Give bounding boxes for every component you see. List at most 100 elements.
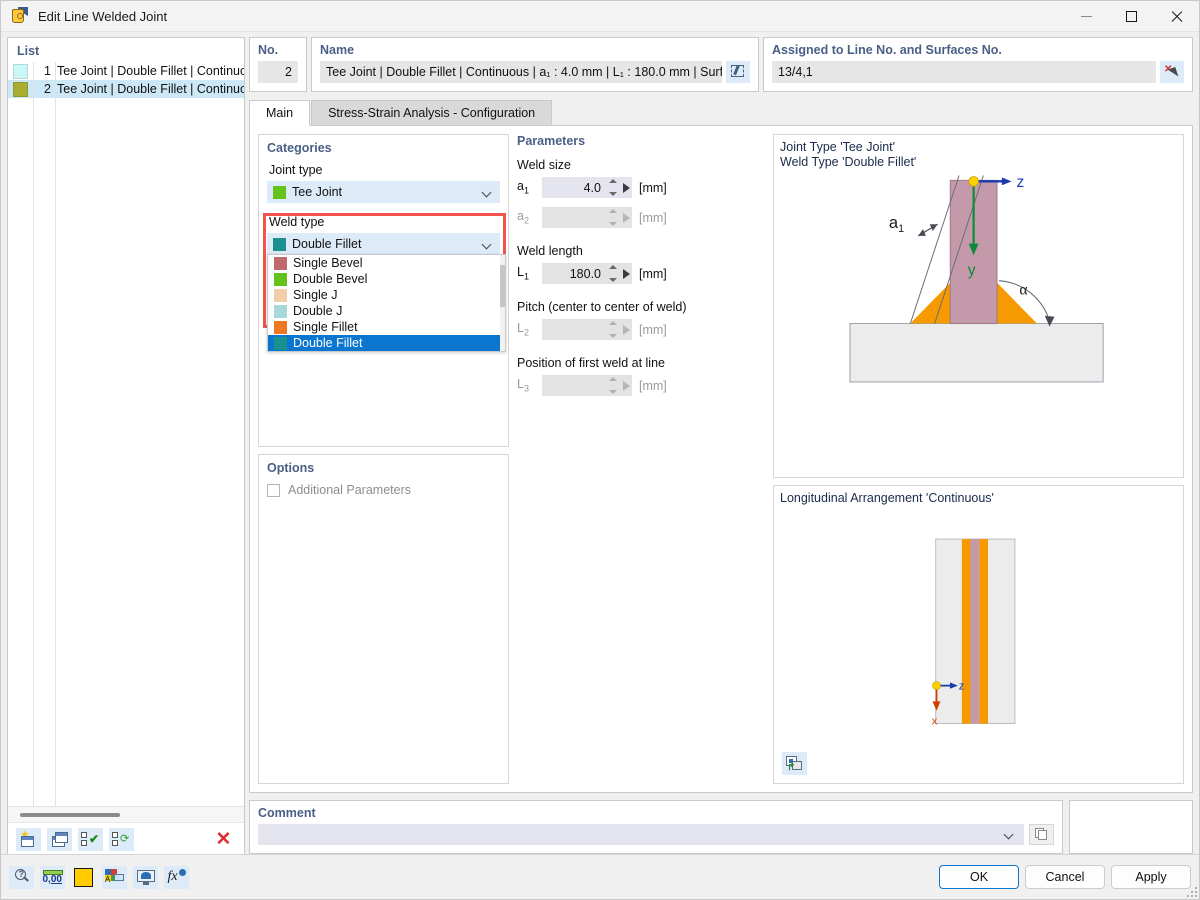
checkbox-check-icon: ✔ (81, 832, 100, 847)
weld-type-option-double-j[interactable]: Double J (268, 303, 505, 319)
additional-parameters-label: Additional Parameters (288, 483, 411, 497)
formula-button[interactable]: fx (164, 866, 189, 889)
weld-type-dropdown-list[interactable]: Single Bevel Double Bevel Single J (267, 254, 506, 352)
param-row-l3: L3 [mm] (517, 375, 765, 396)
legend-icon: A (105, 869, 124, 885)
a1-stepper[interactable] (607, 179, 618, 196)
list-item[interactable]: 2 Tee Joint | Double Fillet | Continuou (8, 80, 244, 98)
apply-button[interactable]: Apply (1111, 865, 1191, 889)
decimal-places-button[interactable]: 0,00 (40, 866, 65, 889)
pitch-heading: Pitch (center to center of weld) (517, 300, 765, 314)
new-item-button[interactable]: ★ (16, 828, 41, 851)
bottom-bar: ? 0,00 A fx OK Cancel Apply (1, 854, 1199, 899)
parameters-title: Parameters (517, 134, 765, 148)
tab-main[interactable]: Main (249, 100, 310, 126)
chevron-down-icon (1005, 830, 1014, 839)
option-label: Single Bevel (293, 256, 363, 270)
comment-combobox[interactable] (258, 824, 1024, 845)
window-title: Edit Line Welded Joint (38, 9, 1064, 24)
name-input[interactable]: Tee Joint | Double Fillet | Continuous |… (320, 61, 722, 83)
weld-type-option-single-fillet[interactable]: Single Fillet (268, 319, 505, 335)
l1-more-icon[interactable] (623, 269, 630, 279)
info-search-button[interactable]: ? (9, 866, 34, 889)
param-row-a1: a1 4.0 [mm] (517, 177, 765, 198)
assigned-field-group: Assigned to Line No. and Surfaces No. 13… (763, 37, 1193, 92)
refresh-selection-button[interactable]: ⟳ (109, 828, 134, 851)
comment-copy-button[interactable] (1029, 824, 1054, 845)
copy-window-icon (51, 832, 68, 847)
weld-type-option-single-bevel[interactable]: Single Bevel (268, 255, 505, 271)
no-input[interactable]: 2 (258, 61, 298, 83)
check-all-button[interactable]: ✔ (78, 828, 103, 851)
comment-label: Comment (258, 806, 1054, 820)
option-color-swatch (274, 305, 287, 318)
chevron-down-icon (483, 240, 492, 249)
label-alpha: α (1019, 281, 1027, 298)
list-item-number: 1 (33, 64, 51, 78)
scrollbar-thumb[interactable] (20, 813, 120, 817)
l2-more-icon (623, 325, 630, 335)
a2-stepper (607, 209, 618, 226)
pick-cursor-icon: ✕ (1164, 65, 1180, 80)
joint-type-color-swatch (273, 186, 286, 199)
name-edit-button[interactable] (726, 61, 750, 83)
dropdown-scrollbar[interactable] (500, 255, 505, 351)
list-panel-title: List (8, 38, 244, 62)
minimize-button[interactable] (1064, 1, 1109, 32)
weld-type-option-double-fillet[interactable]: Double Fillet (268, 335, 505, 351)
name-label: Name (320, 43, 750, 57)
longitudinal-arrangement-diagram: z x (774, 486, 1183, 783)
list-item[interactable]: 1 Tee Joint | Double Fillet | Continuou (8, 62, 244, 80)
tab-stress-strain-analysis-configuration[interactable]: Stress-Strain Analysis - Configuration (311, 100, 552, 125)
joint-type-combobox[interactable]: Tee Joint (267, 181, 500, 203)
assigned-input[interactable]: 13/4,1 (772, 61, 1156, 83)
param-row-l2: L2 [mm] (517, 319, 765, 340)
weld-type-option-single-j[interactable]: Single J (268, 287, 505, 303)
position-first-weld-heading: Position of first weld at line (517, 356, 765, 370)
l1-stepper[interactable] (607, 265, 618, 282)
legend-button[interactable]: A (102, 866, 127, 889)
option-label: Single J (293, 288, 337, 302)
param-label-a2: a2 (517, 209, 535, 226)
weld-type-combobox[interactable]: Double Fillet (267, 233, 500, 255)
resize-grip[interactable] (1185, 885, 1197, 897)
ok-button[interactable]: OK (939, 865, 1019, 889)
number-format-icon: 0,00 (43, 870, 63, 885)
a1-spinner[interactable]: 4.0 (542, 177, 632, 198)
cancel-button[interactable]: Cancel (1025, 865, 1105, 889)
l1-spinner[interactable]: 180.0 (542, 263, 632, 284)
assigned-pick-button[interactable]: ✕ (1160, 61, 1184, 83)
label-y: y (968, 262, 976, 279)
red-x-icon: ✕ (216, 830, 232, 849)
label-z: z (1016, 174, 1024, 191)
l3-more-icon (623, 381, 630, 391)
a2-unit: [mm] (639, 211, 667, 225)
export-image-button[interactable]: ↱ (782, 752, 807, 775)
close-button[interactable] (1154, 1, 1199, 32)
label-a1: a1 (889, 213, 904, 235)
no-field-group: No. 2 (249, 37, 307, 92)
option-color-swatch (274, 257, 287, 270)
color-button[interactable] (71, 866, 96, 889)
delete-item-button[interactable]: ✕ (211, 828, 236, 851)
comment-side-panel (1069, 800, 1193, 854)
l3-unit: [mm] (639, 379, 667, 393)
weld-type-option-double-bevel[interactable]: Double Bevel (268, 271, 505, 287)
additional-parameters-checkbox[interactable] (267, 484, 280, 497)
param-label-a1: a1 (517, 179, 535, 196)
list-panel: List 1 Tee Joint | Double Fillet | Conti… (7, 37, 245, 857)
list-item-label: Tee Joint | Double Fillet | Continuou (57, 64, 244, 78)
additional-parameters-row[interactable]: Additional Parameters (267, 483, 500, 497)
magnifier-question-icon: ? (14, 869, 30, 885)
copy-item-button[interactable] (47, 828, 72, 851)
options-panel: Options Additional Parameters (258, 454, 509, 784)
option-color-swatch (274, 289, 287, 302)
list-horizontal-scrollbar[interactable] (8, 806, 244, 822)
maximize-button[interactable] (1109, 1, 1154, 32)
a1-more-icon[interactable] (623, 183, 630, 193)
maximize-icon (1126, 11, 1137, 22)
render-button[interactable] (133, 866, 158, 889)
tee-joint-diagram: a1 α z y (774, 135, 1183, 477)
list-item-color-swatch (13, 82, 28, 97)
checkbox-refresh-icon: ⟳ (112, 832, 131, 847)
